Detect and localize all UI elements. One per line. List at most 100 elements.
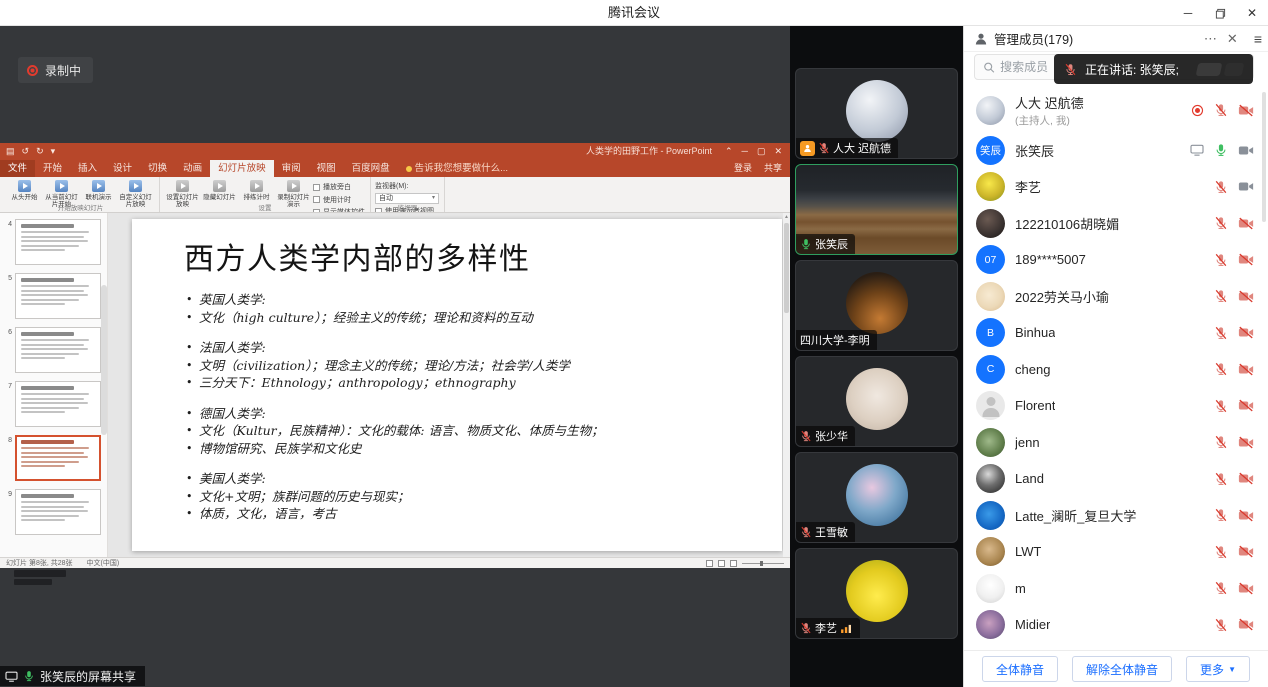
slide-thumbnail[interactable]: 7 bbox=[0, 377, 107, 431]
ppt-document-title: 人类学的田野工作 - PowerPoint bbox=[586, 143, 712, 160]
more-options-icon[interactable]: ⋯ bbox=[1204, 26, 1217, 52]
member-row[interactable]: 人大 迟航德 (主持人, 我) bbox=[964, 88, 1268, 132]
mic-icon[interactable] bbox=[1214, 143, 1228, 157]
slide-thumbnail[interactable]: 6 bbox=[0, 323, 107, 377]
member-row[interactable]: Midier bbox=[964, 607, 1268, 644]
camera-icon[interactable] bbox=[1238, 326, 1254, 339]
ribbon-tab[interactable]: 幻灯片放映 bbox=[210, 160, 274, 177]
redo-icon[interactable]: ↻ bbox=[36, 143, 44, 160]
panel-close-icon[interactable]: ✕ bbox=[1227, 26, 1238, 52]
view-slideshow-icon[interactable] bbox=[730, 560, 737, 567]
mic-icon[interactable] bbox=[1214, 399, 1228, 413]
ribbon-group-label: 监视器 bbox=[371, 202, 444, 212]
ribbon-tab[interactable]: 动画 bbox=[175, 160, 210, 177]
mic-icon[interactable] bbox=[1214, 103, 1228, 117]
video-tile[interactable]: 张少华 bbox=[795, 356, 958, 447]
close-icon[interactable]: ✕ bbox=[1244, 5, 1260, 21]
scroll-up-icon[interactable]: ▲ bbox=[783, 213, 790, 221]
camera-icon[interactable] bbox=[1238, 436, 1254, 449]
ribbon-tab[interactable]: 文件 bbox=[0, 160, 35, 177]
ribbon-right-action[interactable]: 共享 bbox=[764, 160, 782, 177]
more-button[interactable]: 更多▼ bbox=[1186, 656, 1250, 682]
camera-icon[interactable] bbox=[1238, 618, 1254, 631]
ribbon-tab[interactable]: 切换 bbox=[140, 160, 175, 177]
ribbon-tab[interactable]: 视图 bbox=[309, 160, 344, 177]
camera-icon[interactable] bbox=[1238, 472, 1254, 485]
mic-icon[interactable] bbox=[1214, 216, 1228, 230]
mic-icon[interactable] bbox=[1214, 618, 1228, 632]
video-tile[interactable]: 李艺 bbox=[795, 548, 958, 639]
member-row[interactable]: 122210106胡晓媚 bbox=[964, 205, 1268, 242]
camera-icon[interactable] bbox=[1238, 217, 1254, 230]
mic-icon[interactable] bbox=[1214, 545, 1228, 559]
camera-icon[interactable] bbox=[1238, 144, 1254, 157]
member-row[interactable]: jenn bbox=[964, 424, 1268, 461]
ribbon-tab[interactable]: 告诉我您想要做什么... bbox=[398, 160, 516, 177]
member-row[interactable]: m bbox=[964, 570, 1268, 607]
mute-all-button[interactable]: 全体静音 bbox=[982, 656, 1058, 682]
undo-icon[interactable]: ↺ bbox=[22, 143, 30, 160]
member-row[interactable]: C cheng bbox=[964, 351, 1268, 388]
camera-icon[interactable] bbox=[1238, 582, 1254, 595]
member-row[interactable]: 李艺 bbox=[964, 169, 1268, 206]
camera-icon[interactable] bbox=[1238, 104, 1254, 117]
member-row[interactable]: LWT bbox=[964, 534, 1268, 571]
mic-icon[interactable] bbox=[1214, 289, 1228, 303]
unmute-all-button[interactable]: 解除全体静音 bbox=[1072, 656, 1172, 682]
camera-icon[interactable] bbox=[1238, 399, 1254, 412]
member-row[interactable]: B Binhua bbox=[964, 315, 1268, 352]
recording-badge[interactable]: 录制中 bbox=[18, 57, 93, 83]
save-icon[interactable]: ▤ bbox=[6, 143, 15, 160]
video-tile[interactable]: 四川大学-李明 bbox=[795, 260, 958, 351]
ppt-minimize-icon[interactable]: ─ bbox=[742, 143, 748, 160]
mic-icon[interactable] bbox=[1214, 253, 1228, 267]
thumbnail-scrollbar[interactable] bbox=[101, 285, 107, 435]
camera-icon[interactable] bbox=[1238, 509, 1254, 522]
member-row[interactable]: Land bbox=[964, 461, 1268, 498]
restore-icon[interactable] bbox=[1212, 5, 1228, 21]
member-row[interactable]: Florent bbox=[964, 388, 1268, 425]
video-tile[interactable]: 王雪敏 bbox=[795, 452, 958, 543]
ribbon-tab[interactable]: 审阅 bbox=[274, 160, 309, 177]
language-indicator[interactable]: 中文(中国) bbox=[87, 558, 120, 568]
camera-icon[interactable] bbox=[1238, 253, 1254, 266]
view-normal-icon[interactable] bbox=[706, 560, 713, 567]
view-sorter-icon[interactable] bbox=[718, 560, 725, 567]
ppt-close-icon[interactable]: ✕ bbox=[774, 143, 782, 160]
mic-icon[interactable] bbox=[1214, 508, 1228, 522]
minimize-icon[interactable]: ─ bbox=[1180, 5, 1196, 21]
slide-scrollbar[interactable]: ▲ bbox=[783, 213, 790, 557]
ribbon-tab[interactable]: 插入 bbox=[70, 160, 105, 177]
video-tile[interactable]: 张笑辰 bbox=[795, 164, 958, 255]
mic-icon[interactable] bbox=[1214, 180, 1228, 194]
slide-thumbnail[interactable]: 9 bbox=[0, 485, 107, 539]
member-row[interactable]: 07 189****5007 bbox=[964, 242, 1268, 279]
ribbon-checkbox[interactable]: 播放旁白 bbox=[313, 182, 365, 192]
ribbon-options-icon[interactable]: ⌃ bbox=[725, 143, 733, 160]
camera-icon[interactable] bbox=[1238, 545, 1254, 558]
member-row[interactable]: 笑辰 张笑辰 bbox=[964, 132, 1268, 169]
camera-icon[interactable] bbox=[1238, 363, 1254, 376]
qat-dropdown-icon[interactable]: ▾ bbox=[51, 143, 56, 160]
camera-icon[interactable] bbox=[1238, 180, 1254, 193]
zoom-slider[interactable] bbox=[742, 563, 784, 564]
ppt-restore-icon[interactable]: ▢ bbox=[757, 143, 766, 160]
menu-icon[interactable]: ≡ bbox=[1254, 31, 1262, 47]
camera-icon[interactable] bbox=[1238, 290, 1254, 303]
mic-icon[interactable] bbox=[1214, 362, 1228, 376]
slide-thumbnail[interactable]: 5 bbox=[0, 269, 107, 323]
mic-icon[interactable] bbox=[1214, 581, 1228, 595]
mic-icon[interactable] bbox=[1214, 326, 1228, 340]
slide-thumbnail[interactable]: 8 bbox=[0, 431, 107, 485]
member-row[interactable]: 2022劳关马小瑜 bbox=[964, 278, 1268, 315]
ribbon-tab[interactable]: 开始 bbox=[35, 160, 70, 177]
mic-icon[interactable] bbox=[1214, 435, 1228, 449]
ribbon-tab[interactable]: 百度网盘 bbox=[344, 160, 398, 177]
ribbon-tab[interactable]: 设计 bbox=[105, 160, 140, 177]
slide-thumbnail[interactable]: 4 bbox=[0, 215, 107, 269]
video-tile[interactable]: 人大 迟航德 bbox=[795, 68, 958, 159]
member-row[interactable]: Latte_澜昕_复旦大学 bbox=[964, 497, 1268, 534]
mic-icon[interactable] bbox=[1214, 472, 1228, 486]
ribbon-right-action[interactable]: 登录 bbox=[734, 160, 752, 177]
member-list-scrollbar[interactable] bbox=[1262, 92, 1266, 222]
